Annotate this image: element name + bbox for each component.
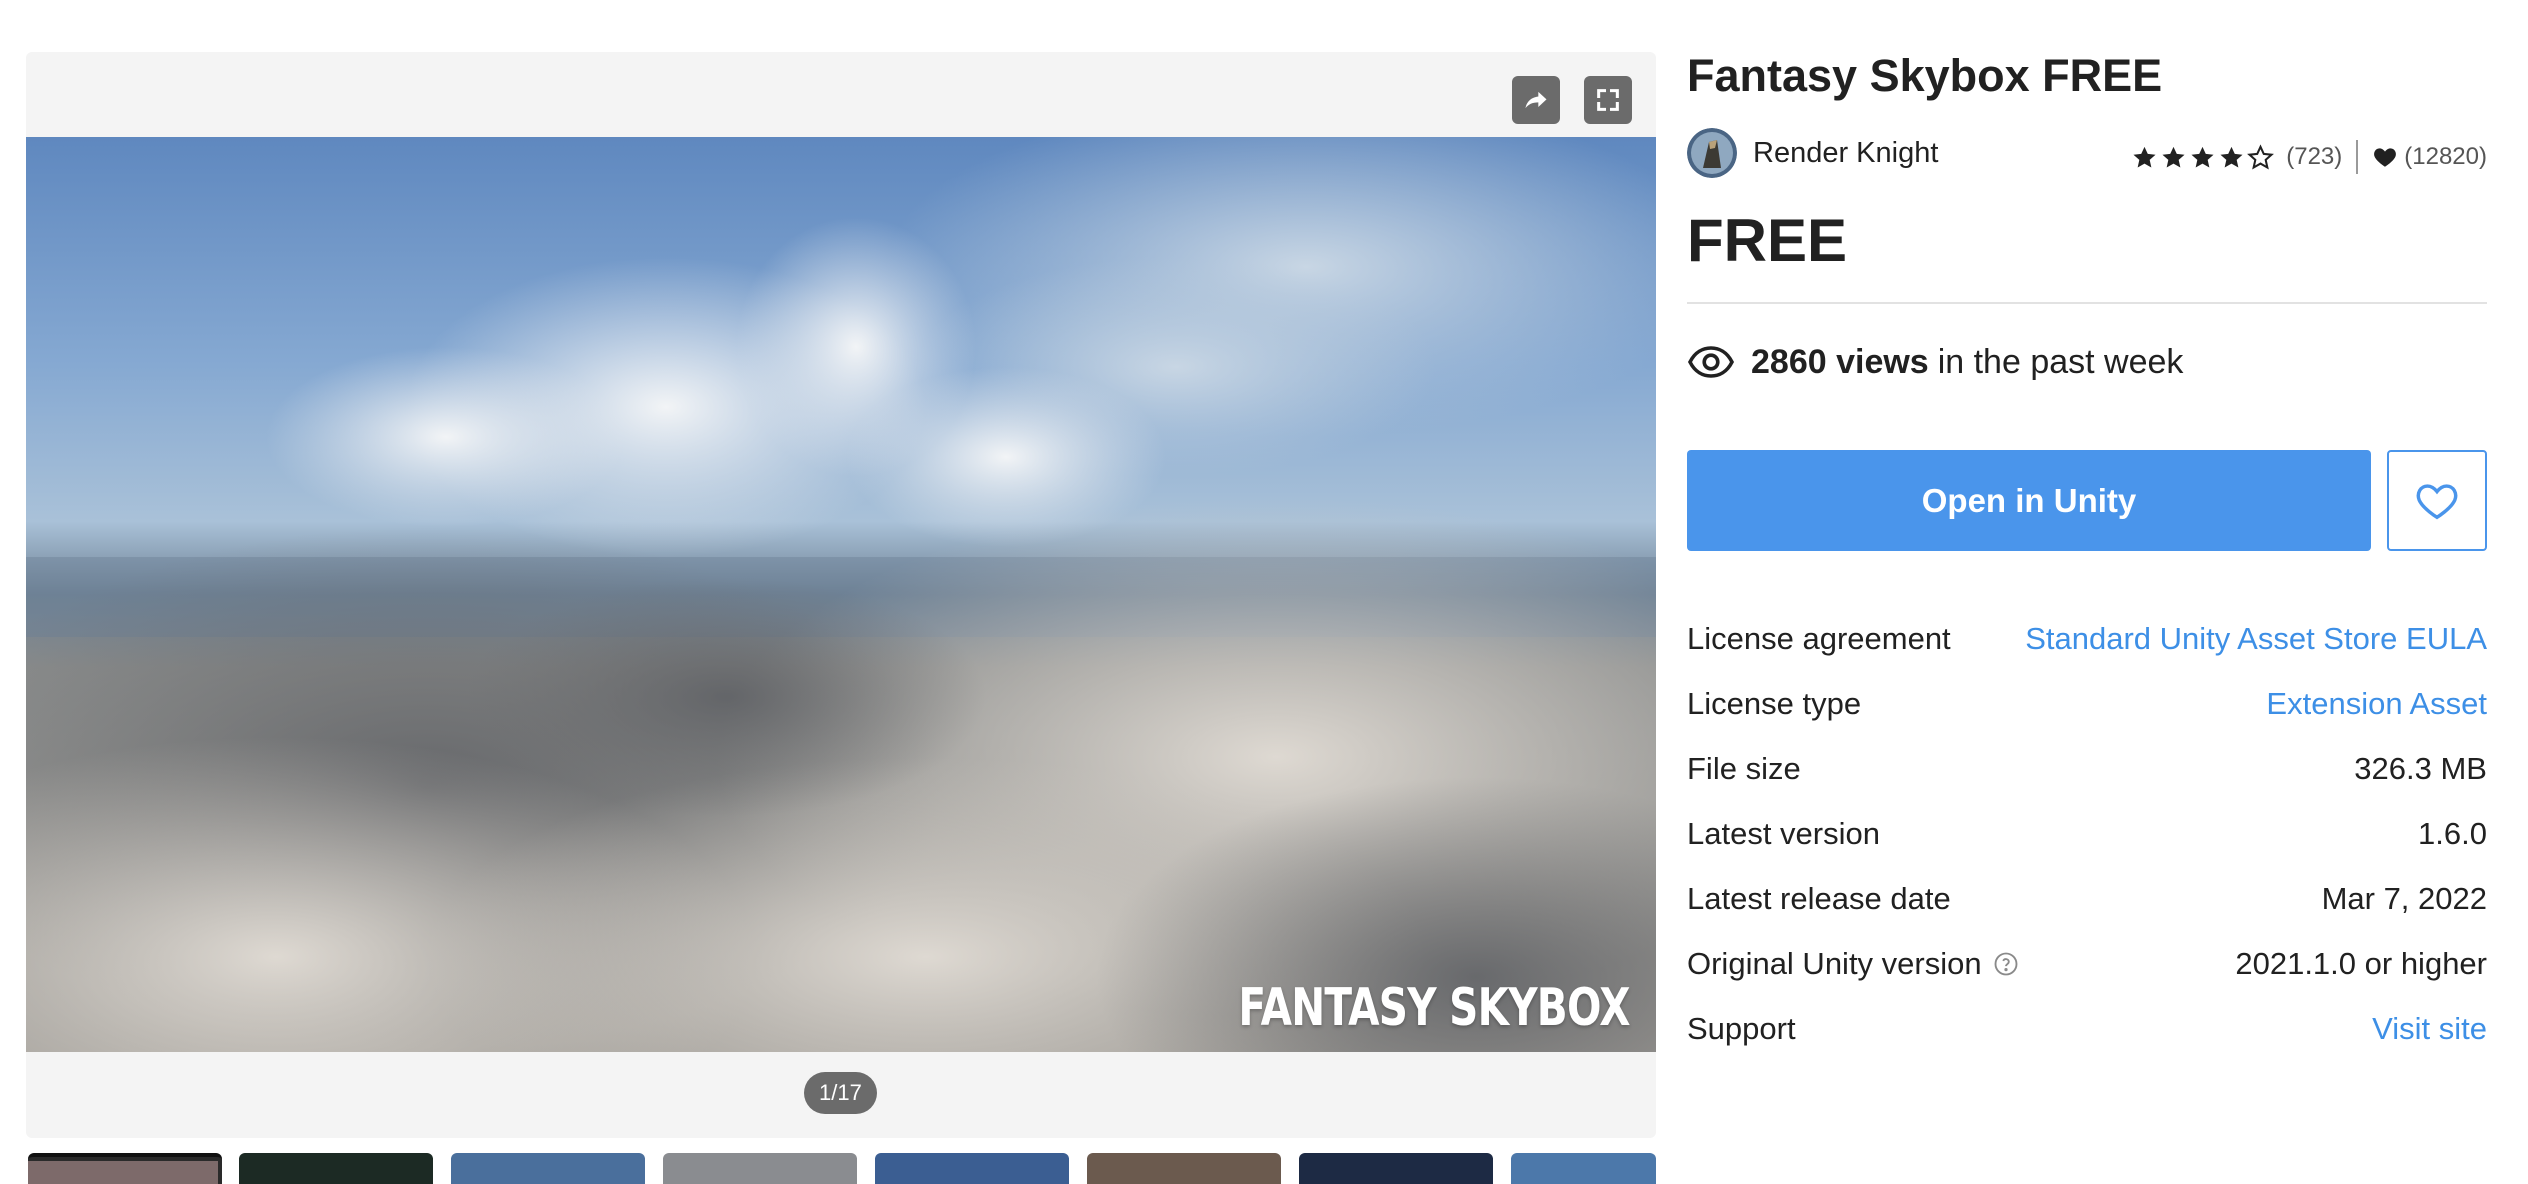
support-visit-site-link[interactable]: Visit site — [2372, 1011, 2487, 1047]
detail-label: File size — [1687, 750, 1801, 786]
thumbnail-2[interactable] — [239, 1153, 433, 1184]
star-icon — [2133, 146, 2156, 168]
image-counter: 1/17 — [804, 1072, 877, 1114]
publisher-link[interactable]: Render Knight — [1687, 128, 1938, 178]
main-preview-image[interactable]: FANTASY SKYBOX — [26, 137, 1656, 1052]
license-agreement-link[interactable]: Standard Unity Asset Store EULA — [2025, 621, 2487, 657]
eye-icon — [1687, 346, 1735, 378]
rating-summary[interactable]: (723) (12820) — [2131, 140, 2487, 174]
divider — [1687, 302, 2487, 304]
star-empty-icon — [2247, 143, 2275, 170]
star-rating — [2131, 143, 2276, 171]
detail-label: Original Unity version — [1687, 945, 1982, 981]
thumbnail-8[interactable] — [1511, 1153, 1656, 1184]
detail-label: Latest version — [1687, 815, 1880, 851]
detail-label: License agreement — [1687, 620, 1951, 656]
star-icon — [2220, 146, 2243, 168]
publisher-avatar — [1687, 128, 1737, 178]
thumbnail-6[interactable] — [1087, 1153, 1281, 1184]
license-type-link[interactable]: Extension Asset — [2266, 686, 2487, 722]
asset-info-panel: Fantasy Skybox FREE Render Knight (723) … — [1687, 0, 2487, 1184]
thumbnail-4[interactable] — [663, 1153, 857, 1184]
detail-row-unity-version: Original Unity version 2021.1.0 or highe… — [1687, 931, 2487, 996]
file-size-value: 326.3 MB — [2354, 750, 2487, 786]
thumbnail-3[interactable] — [451, 1153, 645, 1184]
views-summary: 2860 views in the past week — [1687, 338, 2183, 386]
detail-label: Support — [1687, 1010, 1796, 1046]
thumbnail-strip — [26, 1153, 1656, 1184]
open-in-unity-button[interactable]: Open in Unity — [1687, 450, 2371, 551]
add-to-favorites-button[interactable] — [2387, 450, 2487, 551]
detail-row-support: Support Visit site — [1687, 996, 2487, 1061]
price: FREE — [1687, 207, 1848, 274]
share-button[interactable] — [1512, 76, 1560, 124]
detail-row-latest-version: Latest version 1.6.0 — [1687, 801, 2487, 866]
asset-details-table: License agreement Standard Unity Asset S… — [1687, 606, 2487, 1061]
detail-row-file-size: File size 326.3 MB — [1687, 736, 2487, 801]
publisher-name: Render Knight — [1753, 136, 1939, 169]
detail-row-release-date: Latest release date Mar 7, 2022 — [1687, 866, 2487, 931]
star-icon — [2191, 146, 2214, 168]
detail-label: License type — [1687, 685, 1862, 721]
thumbnail-7[interactable] — [1299, 1153, 1493, 1184]
unity-version-value: 2021.1.0 or higher — [2235, 945, 2487, 981]
media-gallery: FANTASY SKYBOX 1/17 — [26, 52, 1656, 1138]
detail-row-license-agreement: License agreement Standard Unity Asset S… — [1687, 606, 2487, 671]
image-watermark: FANTASY SKYBOX — [1238, 978, 1631, 1038]
release-date-value: Mar 7, 2022 — [2321, 880, 2487, 916]
rating-divider — [2356, 140, 2359, 174]
views-count: 2860 views — [1751, 342, 1929, 381]
fullscreen-icon — [1597, 89, 1619, 111]
heart-icon — [2374, 148, 2397, 167]
detail-row-license-type: License type Extension Asset — [1687, 671, 2487, 736]
heart-outline-icon — [2416, 483, 2458, 519]
latest-version-value: 1.6.0 — [2418, 815, 2487, 851]
fullscreen-button[interactable] — [1584, 76, 1632, 124]
views-suffix: in the past week — [1937, 342, 2184, 381]
favorites-count: (12820) — [2404, 143, 2487, 170]
thumbnail-5[interactable] — [875, 1153, 1069, 1184]
thumbnail-1[interactable] — [28, 1153, 222, 1184]
detail-label: Latest release date — [1687, 880, 1951, 916]
help-icon[interactable] — [1992, 950, 2020, 978]
share-icon — [1525, 91, 1547, 109]
star-icon — [2162, 146, 2185, 168]
asset-title: Fantasy Skybox FREE — [1687, 50, 2163, 101]
sky-clouds-image — [26, 137, 1656, 1052]
detail-label-with-help: Original Unity version — [1687, 946, 2020, 982]
rating-count: (723) — [2286, 143, 2343, 170]
